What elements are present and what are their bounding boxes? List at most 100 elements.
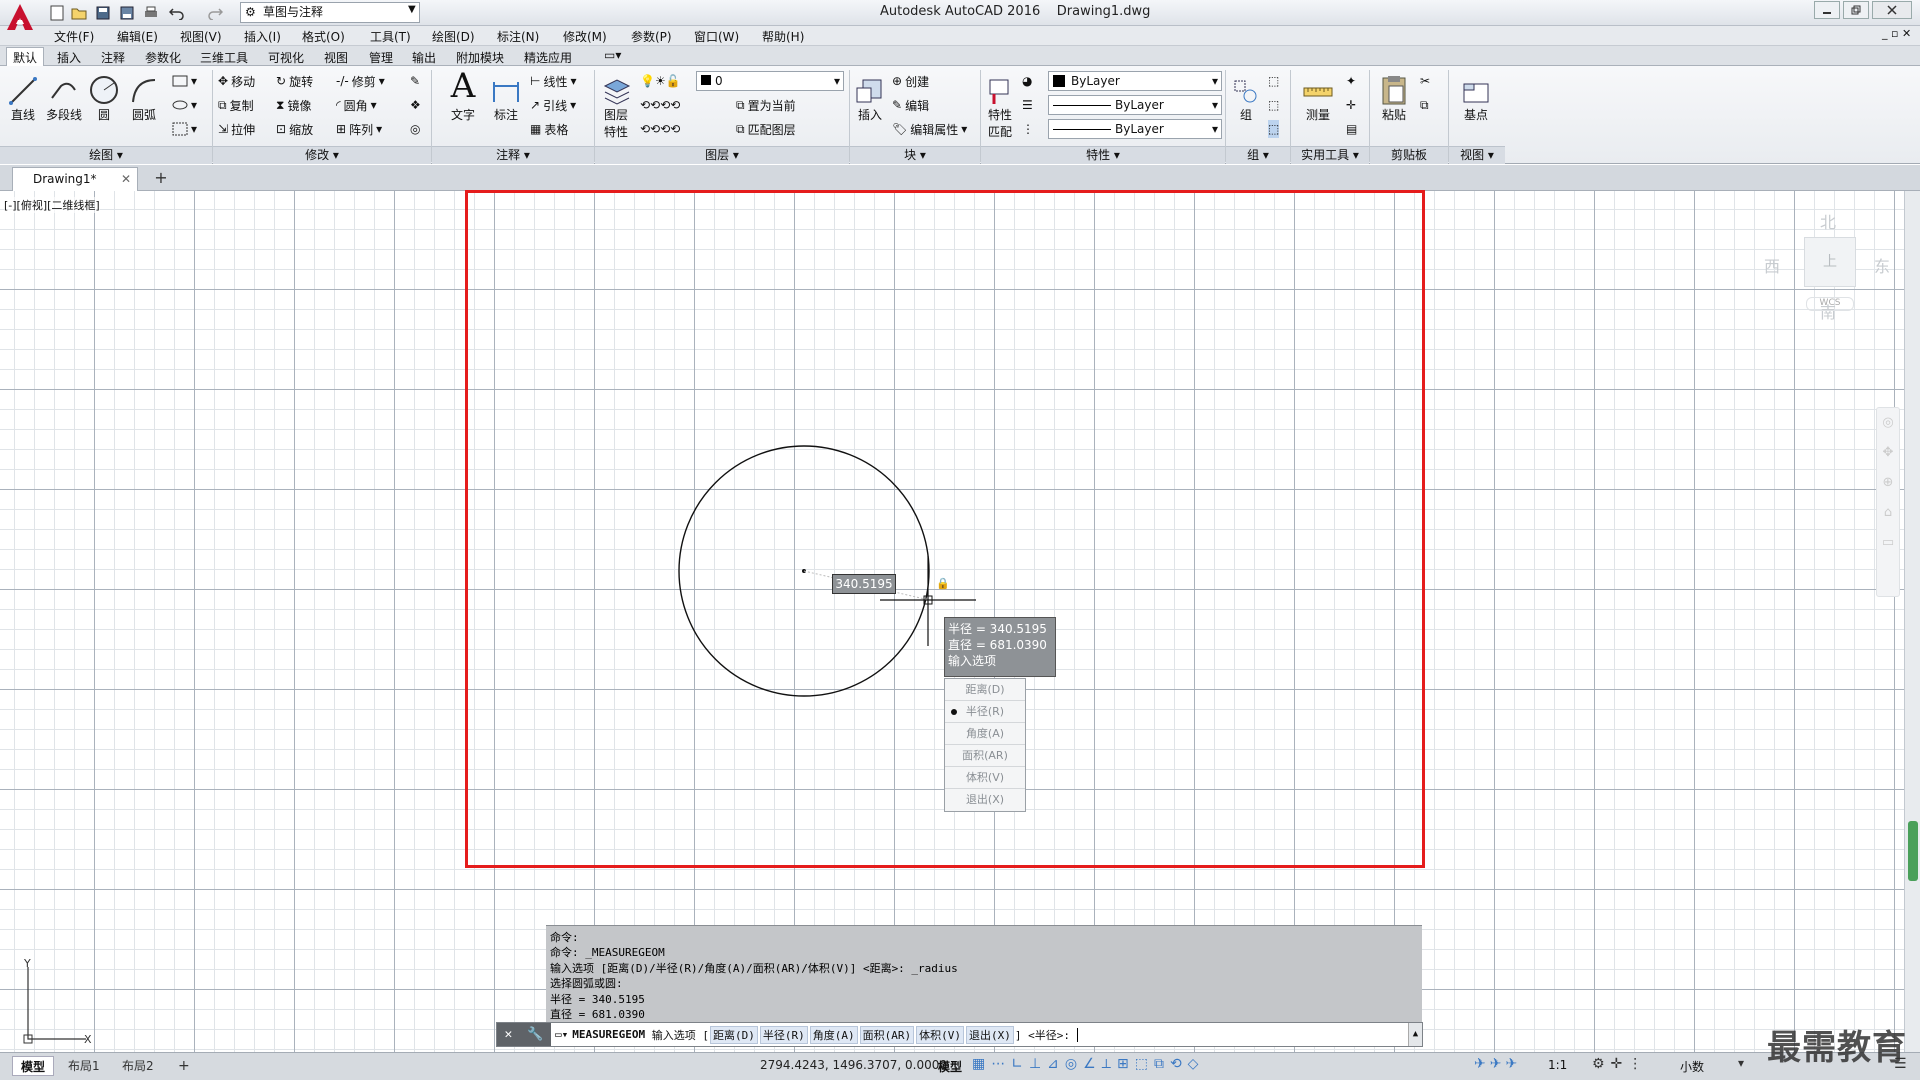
layer-tools-row2[interactable]: ⟲⟲⟲⟲ (640, 120, 680, 138)
edit-attribute-button[interactable]: 🏷 编辑属性 ▾ (892, 120, 967, 138)
doc-window-controls-icon[interactable]: _ ▫ ✕ (1882, 27, 1911, 40)
layer-properties-button[interactable]: 图层 特性 (598, 70, 634, 140)
stretch-button[interactable]: ⇲ 拉伸 (218, 120, 255, 138)
line-button[interactable]: 直线 (4, 70, 42, 123)
wrench-icon[interactable]: 🔧 (527, 1027, 543, 1042)
view-panel-title[interactable]: 视图 ▾ (1449, 146, 1505, 164)
save-icon[interactable] (92, 2, 114, 24)
restore-button[interactable] (1843, 1, 1869, 19)
match-properties-button[interactable]: 特性 匹配 (982, 70, 1018, 140)
units-display[interactable]: 小数 (1680, 1058, 1704, 1075)
navigation-bar[interactable]: ◎ ✥ ⊕ ⌂ ▭ (1876, 407, 1900, 597)
paste-button[interactable]: 粘贴 (1374, 70, 1414, 123)
option-distance[interactable]: 距离(D) (945, 679, 1025, 701)
group-button[interactable]: 组 (1228, 70, 1264, 123)
text-button[interactable]: A 文字 (446, 66, 480, 123)
chevron-down-icon[interactable]: ▾ (1738, 1056, 1744, 1070)
new-file-icon[interactable] (46, 2, 68, 24)
menu-insert[interactable]: 插入(I) (244, 28, 281, 45)
tab-addins[interactable]: 附加模块 (456, 49, 504, 66)
lineweight-icon[interactable]: ⋮ (1022, 120, 1034, 138)
ellipse-icon[interactable]: ▾ (172, 96, 197, 114)
group-edit-icon[interactable]: ⬚ (1268, 96, 1279, 114)
explode-icon[interactable]: ❖ (410, 96, 421, 114)
option-exit[interactable]: 退出(X) (945, 789, 1025, 811)
measure-button[interactable]: 测量 (1298, 70, 1338, 123)
quick-select-icon[interactable]: ✦ (1346, 72, 1356, 90)
id-point-icon[interactable]: ✛ (1346, 96, 1356, 114)
arc-button[interactable]: 圆弧 (124, 70, 164, 123)
option-volume[interactable]: 体积(V) (945, 767, 1025, 789)
model-space-toggle[interactable]: 模型 (938, 1058, 962, 1075)
autocad-logo-icon[interactable] (0, 0, 40, 34)
viewcube-top-face[interactable]: 上 (1804, 237, 1856, 287)
tab-parametric[interactable]: 参数化 (145, 49, 181, 66)
minimize-button[interactable] (1814, 1, 1840, 19)
color-dropdown[interactable]: ByLayer ▾ (1048, 71, 1222, 91)
layout-tab-2[interactable]: 布局2 (114, 1056, 162, 1076)
dimension-button[interactable]: 标注 (486, 70, 526, 123)
insert-block-button[interactable]: 插入 (850, 70, 890, 123)
new-tab-icon[interactable]: + (150, 168, 172, 188)
tab-view[interactable]: 视图 (324, 49, 348, 66)
edit-block-button[interactable]: ✎ 编辑 (892, 96, 929, 114)
menu-format[interactable]: 格式(O) (302, 28, 345, 45)
erase-icon[interactable]: ✎ (410, 72, 420, 90)
block-panel-title[interactable]: 块 ▾ (850, 146, 980, 164)
linetype-icon[interactable]: ☰ (1022, 96, 1033, 114)
redo-icon[interactable] (204, 2, 226, 24)
layout-tab-model[interactable]: 模型 (12, 1056, 55, 1076)
match-layer-button[interactable]: ⧉ 匹配图层 (736, 120, 796, 138)
close-button[interactable] (1872, 1, 1912, 19)
cmd-opt-angle[interactable]: 角度(A) (809, 1025, 858, 1044)
table-button[interactable]: ▦ 表格 (530, 120, 568, 138)
canvas-scrollbar[interactable] (1904, 191, 1920, 1052)
menu-modify[interactable]: 修改(M) (563, 28, 607, 45)
rectangle-icon[interactable]: ▾ (172, 72, 197, 90)
tab-annotate[interactable]: 注释 (101, 49, 125, 66)
print-icon[interactable] (140, 2, 162, 24)
annotation-panel-title[interactable]: 注释 ▾ (432, 146, 594, 164)
color-wheel-icon[interactable]: ◕ (1022, 72, 1032, 90)
group-select-icon[interactable]: ⬚ (1268, 120, 1280, 138)
cut-icon[interactable]: ✂ (1420, 72, 1430, 90)
linetype-dropdown[interactable]: ByLayer ▾ (1048, 95, 1222, 115)
hatch-icon[interactable]: ▾ (172, 120, 197, 138)
menu-view[interactable]: 视图(V) (180, 28, 222, 45)
viewcube-north[interactable]: 北 (1820, 209, 1836, 233)
circle-button[interactable]: 圆 (86, 70, 122, 123)
linear-dim-button[interactable]: ⊢ 线性 ▾ (530, 72, 577, 90)
tab-featured-apps[interactable]: 精选应用 (524, 49, 572, 66)
layer-dropdown[interactable]: 0 ▾ (696, 71, 844, 91)
scale-button[interactable]: ⊡ 缩放 (276, 120, 313, 138)
menu-draw[interactable]: 绘图(D) (432, 28, 475, 45)
option-area[interactable]: 面积(AR) (945, 745, 1025, 767)
workspace-select[interactable]: 草图与注释 (240, 2, 420, 23)
menu-edit[interactable]: 编辑(E) (117, 28, 158, 45)
workspace-gear-icons[interactable]: ⚙✛⋮ (1592, 1056, 1648, 1072)
menu-window[interactable]: 窗口(W) (694, 28, 739, 45)
clipboard-panel-title[interactable]: 剪贴板 (1370, 146, 1448, 164)
lineweight-dropdown[interactable]: ByLayer ▾ (1048, 119, 1222, 139)
tab-visualize[interactable]: 可视化 (268, 49, 304, 66)
cmd-opt-radius[interactable]: 半径(R) (759, 1025, 808, 1044)
cmd-opt-exit[interactable]: 退出(X) (965, 1025, 1014, 1044)
close-icon[interactable]: ✕ (504, 1027, 512, 1042)
menu-tools[interactable]: 工具(T) (370, 28, 411, 45)
cmd-opt-volume[interactable]: 体积(V) (916, 1025, 964, 1044)
menu-file[interactable]: 文件(F) (54, 28, 94, 45)
ribbon-toggle-icon[interactable]: ▭▾ (604, 48, 621, 62)
command-line[interactable]: ✕ 🔧 ▭▾ MEASUREGEOM 输入选项 [ 距离(D) 半径(R) 角度(… (496, 1022, 1423, 1047)
set-current-button[interactable]: ⧉ 置为当前 (736, 96, 796, 114)
draw-panel-title[interactable]: 绘图 ▾ (0, 146, 212, 164)
menu-parametric[interactable]: 参数(P) (631, 28, 672, 45)
menu-help[interactable]: 帮助(H) (762, 28, 804, 45)
cmd-opt-distance[interactable]: 距离(D) (709, 1025, 758, 1044)
wcs-menu[interactable]: WCS (1806, 297, 1854, 311)
properties-panel-title[interactable]: 特性 ▾ (981, 146, 1225, 164)
array-button[interactable]: ⊞ 阵列 ▾ (336, 120, 382, 138)
leader-button[interactable]: ↗ 引线 ▾ (530, 96, 576, 114)
copy-button[interactable]: ⧉ 复制 (218, 96, 254, 114)
calculator-icon[interactable]: ▤ (1346, 120, 1357, 138)
tab-3d-tools[interactable]: 三维工具 (200, 49, 248, 66)
